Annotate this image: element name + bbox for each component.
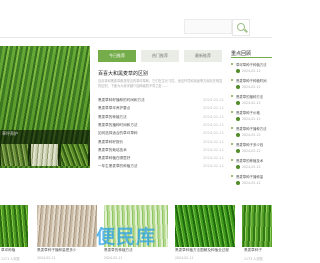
bullet-icon <box>231 143 233 145</box>
list-item-date: 2024-02-11 <box>203 122 224 127</box>
card-meta: 2024-02-11 <box>37 256 56 260</box>
bullet-icon <box>231 127 233 129</box>
tab-latest[interactable]: 最新推荐 <box>184 50 222 62</box>
card-image[interactable] <box>0 205 28 247</box>
bullet-icon <box>231 95 233 97</box>
bullet-icon <box>231 63 233 65</box>
list-item-title[interactable]: 一年生黑麦草的种植方法 <box>98 164 138 169</box>
bullet-icon <box>231 79 233 81</box>
hero-thumbnail[interactable] <box>61 144 88 166</box>
sidebar-item-date: 2024-02-12 <box>242 149 261 153</box>
bullet-icon <box>231 111 233 113</box>
leaf-icon <box>236 69 240 73</box>
sidebar-item[interactable]: 黑麦草种子播种方法 2024-02-12 <box>231 126 272 140</box>
card-image[interactable] <box>175 205 235 247</box>
list-item-date: 2024-02-11 <box>203 164 224 169</box>
hero-thumbnail[interactable] <box>1 144 28 166</box>
sidebar-item-title[interactable]: 黑麦草种子多少钱 <box>236 142 263 147</box>
list-item-title[interactable]: 黑麦草的栽培技术 <box>98 148 127 153</box>
sidebar-divider <box>231 57 272 58</box>
card-meta: 1173 人浏览 <box>244 257 263 261</box>
list-item[interactable]: 黑麦草草坪养护要点 2024-02-11 <box>98 106 224 114</box>
hero-thumbnail[interactable] <box>31 144 58 166</box>
list-item-title[interactable]: 黑麦草草坪养护要点 <box>98 106 130 111</box>
leaf-icon <box>236 149 240 153</box>
featured-article-title[interactable]: 百喜大和黑麦草的区别 <box>98 70 148 77</box>
leaf-icon <box>236 85 240 89</box>
list-item-title[interactable]: 黑麦草的种植方法 <box>98 115 127 120</box>
list-item-date: 2024-02-11 <box>203 147 224 152</box>
sidebar-item-title[interactable]: 黑麦草的种植技术 <box>236 158 263 163</box>
leaf-icon <box>236 117 240 121</box>
sidebar-item-date: 2024-02-12 <box>242 85 261 89</box>
tab-today[interactable]: 今日推荐 <box>98 50 136 62</box>
leaf-icon <box>236 181 240 185</box>
sidebar-item-date: 2024-02-12 <box>242 165 261 169</box>
card-title[interactable]: 草坪种植 <box>1 248 15 253</box>
sidebar-item[interactable]: 草坪草种子种植方法 2024-02-12 <box>231 62 272 76</box>
sidebar-item[interactable]: 黑麦草种子种植时间 2024-02-12 <box>231 78 272 92</box>
list-item-date: 2024-02-11 <box>203 106 224 111</box>
list-item[interactable]: 黑麦草的播种时间和方法 2024-02-11 <box>98 123 224 131</box>
card-title[interactable]: 黑麦草种子 <box>244 248 262 253</box>
tab-bar: 今日推荐 热门推荐 最新推荐 <box>98 50 224 62</box>
sidebar-item-date: 2024-02-12 <box>242 101 261 105</box>
sidebar-item-date: 2024-02-12 <box>242 181 261 185</box>
card-image[interactable] <box>37 205 97 247</box>
bullet-icon <box>231 175 233 177</box>
list-item[interactable]: 一年生黑麦草的种植方法 2024-02-11 <box>98 164 224 172</box>
card-meta: 2024-02-11 <box>104 256 123 260</box>
list-item-date: 2024-02-11 <box>203 114 224 119</box>
sidebar-item-date: 2024-02-12 <box>242 69 261 73</box>
list-item-date: 2024-02-11 <box>203 139 224 144</box>
list-item-date: 2024-02-11 <box>203 156 224 161</box>
sidebar-item-title[interactable]: 黑麦草种子价格 <box>236 110 260 115</box>
sidebar-item-date: 2024-02-12 <box>242 133 261 137</box>
sidebar-item[interactable]: 黑麦草的播种方法 2024-02-12 <box>231 94 272 108</box>
list-item-title[interactable]: 黑麦草种籽报价 <box>98 140 123 145</box>
watermark-logo: 便民库 <box>96 226 157 248</box>
list-item[interactable]: 黑麦草的栽培技术 2024-02-11 <box>98 148 224 156</box>
sidebar-item[interactable]: 黑麦草的种植技术 2024-02-12 <box>231 158 272 172</box>
leaf-icon <box>236 101 240 105</box>
card-image[interactable] <box>242 205 272 247</box>
leaf-icon <box>236 133 240 137</box>
sidebar-item-title[interactable]: 黑麦草种子播种方法 <box>236 126 267 131</box>
sidebar-item-title[interactable]: 黑麦草种子播种量 <box>236 174 263 179</box>
card-title[interactable]: 黑麦草种子播种量是多少 <box>37 248 77 253</box>
list-item-date: 2024-02-21 <box>203 98 224 102</box>
sidebar-item-date: 2024-02-12 <box>242 117 261 121</box>
sidebar-item-title[interactable]: 黑麦草种子种植时间 <box>236 78 267 83</box>
list-item-title[interactable]: 黑麦草种植在哪里好 <box>98 156 130 161</box>
list-item-title[interactable]: 黑麦草种籽播种的时间和方法 <box>98 98 145 103</box>
search-button[interactable] <box>232 19 250 36</box>
card-meta: 2024-02-11 <box>175 256 194 260</box>
sidebar-item-title[interactable]: 黑麦草的播种方法 <box>236 94 263 99</box>
list-item-title[interactable]: 如何选择适合的草坪草种 <box>98 131 138 136</box>
sidebar-title: 重点回顾 <box>231 51 252 57</box>
leaf-icon <box>236 165 240 169</box>
search-icon <box>237 23 245 31</box>
list-item-title[interactable]: 黑麦草的播种时间和方法 <box>98 123 138 128</box>
tab-hot[interactable]: 热门推荐 <box>141 50 179 62</box>
card-meta: 1171 人浏览 <box>1 257 20 261</box>
list-item[interactable]: 黑麦草的种植方法 2024-02-11 <box>98 115 224 123</box>
sidebar-item-title[interactable]: 草坪草种子种植方法 <box>236 62 267 67</box>
search-input[interactable] <box>184 19 232 34</box>
list-item[interactable]: 如何选择适合的草坪草种 2024-02-11 <box>98 131 224 139</box>
header-divider <box>0 37 272 38</box>
featured-article-summary: 百喜草和黑麦草都是常见的草坪草种，它们在生长习性、适应环境和用途等方面存在明显的… <box>98 79 223 88</box>
sidebar-item[interactable]: 黑麦草种子播种量 2024-02-12 <box>231 174 272 188</box>
list-item[interactable]: 黑麦草种籽报价 2024-02-11 <box>98 140 224 148</box>
sidebar-item[interactable]: 黑麦草种子价格 2024-02-12 <box>231 110 272 124</box>
bullet-icon <box>231 159 233 161</box>
sidebar-item[interactable]: 黑麦草种子多少钱 2024-02-12 <box>231 142 272 156</box>
hero-caption: 草坪养护 <box>2 131 18 136</box>
list-item-date: 2024-02-11 <box>203 131 224 136</box>
card-title[interactable]: 黑麦草种植方法图解及种植全过程 <box>175 248 229 253</box>
header <box>0 0 272 38</box>
